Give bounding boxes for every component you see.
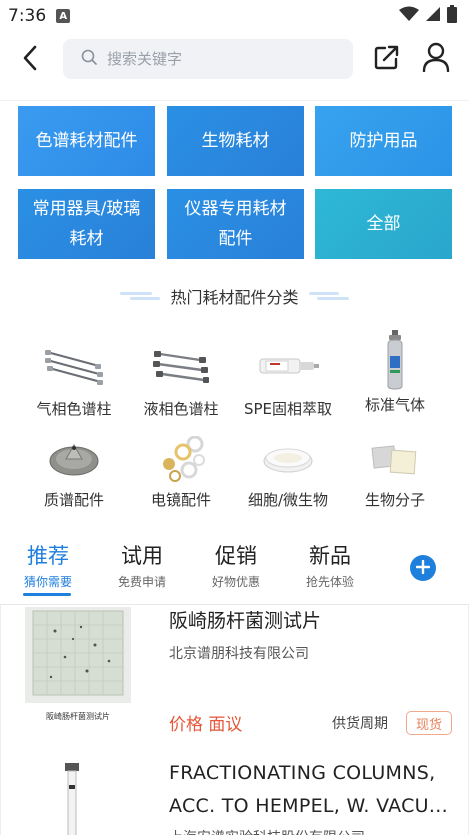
header [0,32,469,88]
product-thumbnail: 阪崎肠杆菌测试片 [25,607,131,721]
search-icon [81,49,97,69]
hot-category-lc-column[interactable]: 液相色谱柱 [126,338,236,419]
status-bar: 7:36 A [0,0,469,32]
hot-category-em-parts[interactable]: 电镜配件 [126,433,236,510]
tab-recommend[interactable]: 推荐 猜你需要 [22,540,74,590]
category-label: 全部 [366,214,401,234]
spe-cartridge-icon [253,338,323,394]
product-company: 北京谱朋科技有限公司 [169,646,309,662]
product-title: 阪崎肠杆菌测试片 [169,610,322,632]
share-button[interactable] [371,43,403,75]
back-icon [22,45,38,75]
tab-trial[interactable]: 试用 免费申请 [115,540,169,590]
section-title: 热门耗材配件分类 [170,288,299,307]
petri-dish-icon [253,433,323,485]
product-title: FRACTIONATING COLUMNS, ACC. TO HEMPEL, W… [169,762,448,817]
signal-icon [425,6,441,26]
tab-title: 促销 [215,544,257,568]
tab-subtitle: 猜你需要 [23,575,72,589]
tab-subtitle: 抢先体验 [305,575,354,589]
add-tab-button[interactable] [410,555,436,581]
category-tile[interactable]: 生物耗材 [167,106,304,176]
tab-new[interactable]: 新品 抢先体验 [303,540,357,590]
feed-tabs: 推荐 猜你需要 试用 免费申请 促销 好物优惠 新品 抢先体验 [0,540,469,600]
membrane-icon [360,433,430,485]
tab-subtitle: 好物优惠 [211,575,260,589]
lc-column-icon [146,338,216,394]
product-thumbnail [25,763,131,835]
status-icons [399,5,457,27]
category-tile[interactable]: 色谱耗材配件 [18,106,155,176]
hot-category-label: 标准气体 [364,396,425,414]
tab-active-indicator [23,593,71,596]
category-label: 生物耗材 [201,131,270,151]
hot-category-biomolecule[interactable]: 生物分子 [340,433,450,510]
hot-category-label: 电镜配件 [150,491,211,509]
product-company: 上海安谱实验科技股份有限公司 [169,827,365,835]
hot-category-label: 质谱配件 [43,491,104,509]
gc-column-icon [39,338,109,394]
hot-category-label: SPE固相萃取 [243,400,333,418]
tab-title: 新品 [309,544,351,568]
gas-cylinder-icon [360,330,430,390]
title-decoration-left [120,291,161,301]
hot-category-label: 细胞/微生物 [247,491,329,509]
hot-category-label: 生物分子 [364,491,425,509]
product-price: 价格 面议 [169,715,243,735]
battery-icon [447,5,457,27]
category-label: 仪器专用耗材配件 [184,199,287,249]
product-card[interactable]: 阪崎肠杆菌测试片 阪崎肠杆菌测试片 北京谱朋科技有限公司 价格 面议 供货周期 … [1,605,468,745]
hot-category-cell-microbe[interactable]: 细胞/微生物 [233,433,343,510]
back-button[interactable] [14,44,46,76]
product-card[interactable]: FRACTIONATING COLUMNS, ACC. TO HEMPEL, W… [1,753,468,835]
status-time: 7:36 [8,6,47,26]
hot-category-label: 液相色谱柱 [143,400,219,418]
category-tile-all[interactable]: 全部 [315,189,452,259]
stock-badge: 现货 [406,711,452,735]
product-list: 阪崎肠杆菌测试片 阪崎肠杆菌测试片 北京谱朋科技有限公司 价格 面议 供货周期 … [0,605,469,835]
thumbnail-caption: 阪崎肠杆菌测试片 [46,712,110,721]
title-decoration-right [308,291,349,301]
hot-category-label: 气相色谱柱 [36,400,112,418]
search-input[interactable] [107,50,327,68]
ms-cone-icon [39,433,109,485]
user-icon [422,42,450,76]
hot-category-gc-column[interactable]: 气相色谱柱 [19,338,129,419]
category-label: 色谱耗材配件 [35,131,138,151]
tab-promotion[interactable]: 促销 好物优惠 [209,540,263,590]
hot-category-ms-parts[interactable]: 质谱配件 [19,433,129,510]
category-tile[interactable]: 防护用品 [315,106,452,176]
tab-title: 推荐 [27,544,69,568]
user-button[interactable] [419,42,453,76]
search-box[interactable] [63,39,353,79]
tab-title: 试用 [121,544,163,568]
supply-period-label: 供货周期 [332,716,388,732]
em-parts-icon [146,433,216,485]
hot-category-standard-gas[interactable]: 标准气体 [340,330,450,415]
hot-category-spe[interactable]: SPE固相萃取 [233,338,343,419]
category-tile[interactable]: 常用器具/玻璃耗材 [18,189,155,259]
tab-subtitle: 免费申请 [117,575,166,589]
share-icon [374,44,400,74]
header-divider [0,100,469,101]
category-tile[interactable]: 仪器专用耗材配件 [167,189,304,259]
plus-icon [415,559,431,578]
notification-badge: A [56,9,71,23]
hot-section-header: 热门耗材配件分类 [0,282,469,310]
category-label: 常用器具/玻璃耗材 [32,199,141,249]
wifi-icon [399,6,419,26]
category-label: 防护用品 [349,131,418,151]
